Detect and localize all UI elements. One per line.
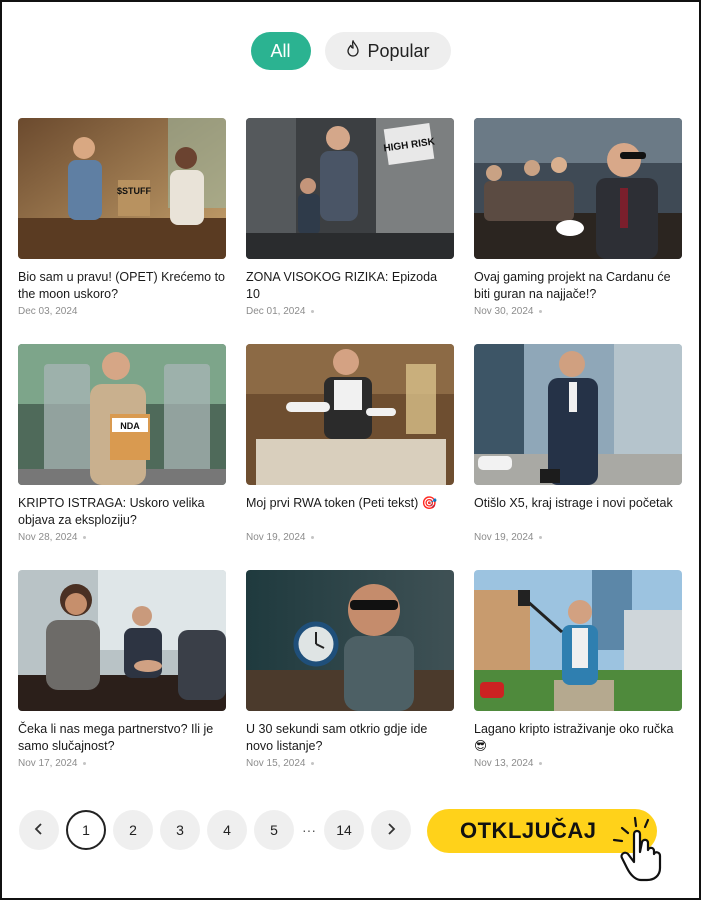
post-date: Nov 28, 2024: [18, 532, 78, 543]
meta-dot: [538, 762, 542, 765]
post-date: Nov 15, 2024: [246, 758, 306, 769]
next-page-button[interactable]: [371, 810, 411, 850]
unlock-button-label: OTKLJUČAJ: [460, 818, 597, 843]
post-thumbnail[interactable]: [246, 344, 454, 485]
post-card[interactable]: $STUFF Bio sam u pravu! (OPET) Krećemo t…: [18, 118, 226, 344]
post-thumbnail[interactable]: [18, 570, 226, 711]
meta-dot: [310, 762, 314, 765]
tab-popular-label: Popular: [367, 40, 430, 61]
meta-dot: [82, 762, 86, 765]
post-title[interactable]: KRIPTO ISTRAGA: Uskoro velika objava za …: [18, 495, 226, 529]
flame-icon: [345, 38, 361, 63]
post-date: Nov 30, 2024: [474, 306, 534, 317]
post-date: Nov 17, 2024: [18, 758, 78, 769]
post-card[interactable]: NDA KRIPTO ISTRAGA: Uskoro velika objava…: [18, 344, 226, 570]
page-button[interactable]: 4: [207, 810, 247, 850]
post-meta: Nov 15, 2024: [246, 758, 454, 769]
post-card[interactable]: Ovaj gaming projekt na Cardanu će biti g…: [474, 118, 682, 344]
meta-dot: [538, 536, 542, 539]
post-card[interactable]: HIGH RISK ZONA VISOKOG RIZIKA: Epizoda 1…: [246, 118, 454, 344]
pagination: 1 2 3 4 5 ··· 14: [19, 810, 418, 850]
page-button[interactable]: 2: [113, 810, 153, 850]
post-meta: Nov 30, 2024: [474, 306, 682, 317]
post-title[interactable]: Lagano kripto istraživanje oko ručka 😎: [474, 721, 682, 755]
meta-dot: [82, 536, 86, 539]
meta-dot: [538, 310, 542, 313]
post-card[interactable]: Moj prvi RWA token (Peti tekst) 🎯 Nov 19…: [246, 344, 454, 570]
post-meta: Nov 28, 2024: [18, 532, 226, 543]
post-thumbnail[interactable]: NDA: [18, 344, 226, 485]
post-date: Nov 13, 2024: [474, 758, 534, 769]
post-date: Dec 01, 2024: [246, 306, 306, 317]
post-card[interactable]: U 30 sekundi sam otkrio gdje ide novo li…: [246, 570, 454, 796]
meta-dot: [310, 536, 314, 539]
tab-popular[interactable]: Popular: [324, 32, 451, 70]
post-meta: Nov 13, 2024: [474, 758, 682, 769]
post-meta: Nov 19, 2024: [246, 532, 454, 543]
page-button[interactable]: 5: [254, 810, 294, 850]
post-title[interactable]: Ovaj gaming projekt na Cardanu će biti g…: [474, 269, 682, 303]
post-meta: Dec 01, 2024: [246, 306, 454, 317]
post-title[interactable]: Čeka li nas mega partnerstvo? Ili je sam…: [18, 721, 226, 755]
tab-all[interactable]: All: [250, 32, 311, 70]
page-button-current[interactable]: 1: [66, 810, 106, 850]
post-title[interactable]: ZONA VISOKOG RIZIKA: Epizoda 10: [246, 269, 454, 303]
post-thumbnail[interactable]: HIGH RISK: [246, 118, 454, 259]
page-button-last[interactable]: 14: [324, 810, 364, 850]
post-image-text: $STUFF: [117, 186, 152, 196]
post-thumbnail[interactable]: $STUFF: [18, 118, 226, 259]
filter-tabs: All Popular: [0, 32, 701, 70]
page-button[interactable]: 3: [160, 810, 200, 850]
post-image-text: NDA: [120, 421, 140, 431]
post-grid: $STUFF Bio sam u pravu! (OPET) Krećemo t…: [18, 118, 682, 796]
post-thumbnail[interactable]: [474, 344, 682, 485]
post-meta: Nov 19, 2024: [474, 532, 682, 543]
chevron-left-icon: [34, 822, 44, 838]
post-thumbnail[interactable]: [474, 570, 682, 711]
pointing-hand-icon: [608, 812, 684, 882]
pagination-ellipsis: ···: [302, 822, 316, 838]
post-title[interactable]: Bio sam u pravu! (OPET) Krećemo to the m…: [18, 269, 226, 303]
meta-dot: [310, 310, 314, 313]
post-date: Nov 19, 2024: [246, 532, 306, 543]
post-card[interactable]: Čeka li nas mega partnerstvo? Ili je sam…: [18, 570, 226, 796]
post-meta: Nov 17, 2024: [18, 758, 226, 769]
post-thumbnail[interactable]: [246, 570, 454, 711]
post-thumbnail[interactable]: [474, 118, 682, 259]
post-date: Nov 19, 2024: [474, 532, 534, 543]
post-title[interactable]: U 30 sekundi sam otkrio gdje ide novo li…: [246, 721, 454, 755]
post-card[interactable]: Lagano kripto istraživanje oko ručka 😎 N…: [474, 570, 682, 796]
post-title[interactable]: Moj prvi RWA token (Peti tekst) 🎯: [246, 495, 454, 529]
prev-page-button[interactable]: [19, 810, 59, 850]
post-title[interactable]: Otišlo X5, kraj istrage i novi početak: [474, 495, 682, 529]
post-card[interactable]: Otišlo X5, kraj istrage i novi početak N…: [474, 344, 682, 570]
post-date: Dec 03, 2024: [18, 306, 78, 317]
chevron-right-icon: [386, 822, 396, 838]
post-meta: Dec 03, 2024: [18, 306, 226, 317]
